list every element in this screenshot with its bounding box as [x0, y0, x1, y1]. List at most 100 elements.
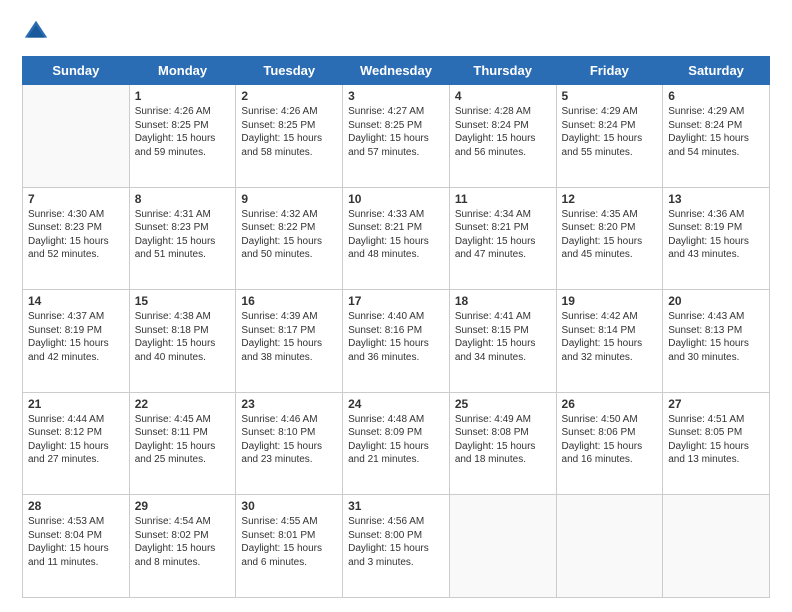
calendar-cell: 12Sunrise: 4:35 AMSunset: 8:20 PMDayligh…: [556, 187, 663, 290]
calendar-cell: 1 Sunrise: 4:26 AMSunset: 8:25 PMDaylight…: [129, 85, 236, 188]
day-number: 10: [348, 192, 444, 206]
day-info: Sunrise: 4:41 AMSunset: 8:15 PMDaylight:…: [455, 310, 551, 364]
day-number: 26: [562, 397, 658, 411]
day-info: Sunrise: 4:45 AMSunset: 8:11 PMDaylight:…: [135, 413, 231, 467]
day-number: 7: [28, 192, 124, 206]
day-info: Sunrise: 4:31 AMSunset: 8:23 PMDaylight:…: [135, 208, 231, 262]
calendar-week-row: 7 Sunrise: 4:30 AMSunset: 8:23 PMDaylight…: [23, 187, 770, 290]
calendar-cell: 6Sunrise: 4:29 AMSunset: 8:24 PMDaylight…: [663, 85, 770, 188]
day-info: Sunrise: 4:26 AMSunset: 8:25 PMDaylight:…: [135, 105, 231, 159]
day-number: 14: [28, 294, 124, 308]
day-info: Sunrise: 4:46 AMSunset: 8:10 PMDaylight:…: [241, 413, 337, 467]
calendar-cell: [663, 495, 770, 598]
calendar-cell: 16Sunrise: 4:39 AMSunset: 8:17 PMDayligh…: [236, 290, 343, 393]
calendar-cell: 10 Sunrise: 4:33 AMSunset: 8:21 PMDayligh…: [343, 187, 450, 290]
day-number: 2: [241, 89, 337, 103]
calendar-cell: 5 Sunrise: 4:29 AMSunset: 8:24 PMDaylight…: [556, 85, 663, 188]
day-info: Sunrise: 4:51 AMSunset: 8:05 PMDaylight:…: [668, 413, 764, 467]
day-number: 20: [668, 294, 764, 308]
weekday-header: Wednesday: [343, 57, 450, 85]
day-info: Sunrise: 4:27 AMSunset: 8:25 PMDaylight:…: [348, 105, 444, 159]
calendar-cell: 17 Sunrise: 4:40 AMSunset: 8:16 PMDayligh…: [343, 290, 450, 393]
day-number: 11: [455, 192, 551, 206]
calendar-cell: 13 Sunrise: 4:36 AMSunset: 8:19 PMDayligh…: [663, 187, 770, 290]
calendar-cell: 4Sunrise: 4:28 AMSunset: 8:24 PMDaylight…: [449, 85, 556, 188]
day-info: Sunrise: 4:37 AMSunset: 8:19 PMDaylight:…: [28, 310, 124, 364]
day-number: 28: [28, 499, 124, 513]
day-info: Sunrise: 4:38 AMSunset: 8:18 PMDaylight:…: [135, 310, 231, 364]
day-number: 17: [348, 294, 444, 308]
calendar-cell: 7 Sunrise: 4:30 AMSunset: 8:23 PMDaylight…: [23, 187, 130, 290]
day-number: 15: [135, 294, 231, 308]
logo-icon: [22, 18, 50, 46]
day-info: Sunrise: 4:49 AMSunset: 8:08 PMDaylight:…: [455, 413, 551, 467]
day-number: 31: [348, 499, 444, 513]
calendar: SundayMondayTuesdayWednesdayThursdayFrid…: [22, 56, 770, 598]
day-info: Sunrise: 4:33 AMSunset: 8:21 PMDaylight:…: [348, 208, 444, 262]
logo: [22, 18, 54, 46]
day-number: 19: [562, 294, 658, 308]
calendar-cell: 15 Sunrise: 4:38 AMSunset: 8:18 PMDayligh…: [129, 290, 236, 393]
calendar-week-row: 1 Sunrise: 4:26 AMSunset: 8:25 PMDaylight…: [23, 85, 770, 188]
day-number: 9: [241, 192, 337, 206]
day-info: Sunrise: 4:50 AMSunset: 8:06 PMDaylight:…: [562, 413, 658, 467]
calendar-cell: 11 Sunrise: 4:34 AMSunset: 8:21 PMDayligh…: [449, 187, 556, 290]
day-info: Sunrise: 4:40 AMSunset: 8:16 PMDaylight:…: [348, 310, 444, 364]
calendar-cell: 25 Sunrise: 4:49 AMSunset: 8:08 PMDayligh…: [449, 392, 556, 495]
calendar-week-row: 14 Sunrise: 4:37 AMSunset: 8:19 PMDayligh…: [23, 290, 770, 393]
day-info: Sunrise: 4:53 AMSunset: 8:04 PMDaylight:…: [28, 515, 124, 569]
calendar-cell: 30 Sunrise: 4:55 AMSunset: 8:01 PMDayligh…: [236, 495, 343, 598]
calendar-cell: 29 Sunrise: 4:54 AMSunset: 8:02 PMDayligh…: [129, 495, 236, 598]
calendar-cell: 24Sunrise: 4:48 AMSunset: 8:09 PMDayligh…: [343, 392, 450, 495]
day-number: 1: [135, 89, 231, 103]
calendar-header-row: SundayMondayTuesdayWednesdayThursdayFrid…: [23, 57, 770, 85]
weekday-header: Friday: [556, 57, 663, 85]
day-number: 30: [241, 499, 337, 513]
calendar-cell: 28 Sunrise: 4:53 AMSunset: 8:04 PMDayligh…: [23, 495, 130, 598]
day-info: Sunrise: 4:43 AMSunset: 8:13 PMDaylight:…: [668, 310, 764, 364]
page: SundayMondayTuesdayWednesdayThursdayFrid…: [0, 0, 792, 612]
calendar-cell: 21Sunrise: 4:44 AMSunset: 8:12 PMDayligh…: [23, 392, 130, 495]
calendar-cell: 18 Sunrise: 4:41 AMSunset: 8:15 PMDayligh…: [449, 290, 556, 393]
day-info: Sunrise: 4:48 AMSunset: 8:09 PMDaylight:…: [348, 413, 444, 467]
day-number: 6: [668, 89, 764, 103]
day-number: 23: [241, 397, 337, 411]
day-number: 16: [241, 294, 337, 308]
day-number: 27: [668, 397, 764, 411]
calendar-cell: 14 Sunrise: 4:37 AMSunset: 8:19 PMDayligh…: [23, 290, 130, 393]
day-info: Sunrise: 4:30 AMSunset: 8:23 PMDaylight:…: [28, 208, 124, 262]
calendar-cell: 8 Sunrise: 4:31 AMSunset: 8:23 PMDaylight…: [129, 187, 236, 290]
day-number: 18: [455, 294, 551, 308]
weekday-header: Thursday: [449, 57, 556, 85]
calendar-cell: [23, 85, 130, 188]
day-number: 25: [455, 397, 551, 411]
day-number: 8: [135, 192, 231, 206]
day-number: 22: [135, 397, 231, 411]
day-info: Sunrise: 4:56 AMSunset: 8:00 PMDaylight:…: [348, 515, 444, 569]
calendar-body: 1 Sunrise: 4:26 AMSunset: 8:25 PMDaylight…: [23, 85, 770, 598]
calendar-cell: 19 Sunrise: 4:42 AMSunset: 8:14 PMDayligh…: [556, 290, 663, 393]
day-info: Sunrise: 4:29 AMSunset: 8:24 PMDaylight:…: [562, 105, 658, 159]
day-info: Sunrise: 4:26 AMSunset: 8:25 PMDaylight:…: [241, 105, 337, 159]
day-info: Sunrise: 4:42 AMSunset: 8:14 PMDaylight:…: [562, 310, 658, 364]
day-info: Sunrise: 4:44 AMSunset: 8:12 PMDaylight:…: [28, 413, 124, 467]
day-number: 13: [668, 192, 764, 206]
day-number: 3: [348, 89, 444, 103]
day-info: Sunrise: 4:34 AMSunset: 8:21 PMDaylight:…: [455, 208, 551, 262]
day-number: 29: [135, 499, 231, 513]
day-number: 5: [562, 89, 658, 103]
calendar-week-row: 28 Sunrise: 4:53 AMSunset: 8:04 PMDayligh…: [23, 495, 770, 598]
day-info: Sunrise: 4:54 AMSunset: 8:02 PMDaylight:…: [135, 515, 231, 569]
calendar-cell: 9 Sunrise: 4:32 AMSunset: 8:22 PMDaylight…: [236, 187, 343, 290]
calendar-cell: 26 Sunrise: 4:50 AMSunset: 8:06 PMDayligh…: [556, 392, 663, 495]
calendar-cell: 27 Sunrise: 4:51 AMSunset: 8:05 PMDayligh…: [663, 392, 770, 495]
calendar-week-row: 21Sunrise: 4:44 AMSunset: 8:12 PMDayligh…: [23, 392, 770, 495]
day-info: Sunrise: 4:32 AMSunset: 8:22 PMDaylight:…: [241, 208, 337, 262]
weekday-header: Saturday: [663, 57, 770, 85]
calendar-cell: 31 Sunrise: 4:56 AMSunset: 8:00 PMDayligh…: [343, 495, 450, 598]
day-info: Sunrise: 4:55 AMSunset: 8:01 PMDaylight:…: [241, 515, 337, 569]
day-info: Sunrise: 4:28 AMSunset: 8:24 PMDaylight:…: [455, 105, 551, 159]
header: [22, 18, 770, 46]
day-info: Sunrise: 4:36 AMSunset: 8:19 PMDaylight:…: [668, 208, 764, 262]
calendar-cell: 2 Sunrise: 4:26 AMSunset: 8:25 PMDaylight…: [236, 85, 343, 188]
